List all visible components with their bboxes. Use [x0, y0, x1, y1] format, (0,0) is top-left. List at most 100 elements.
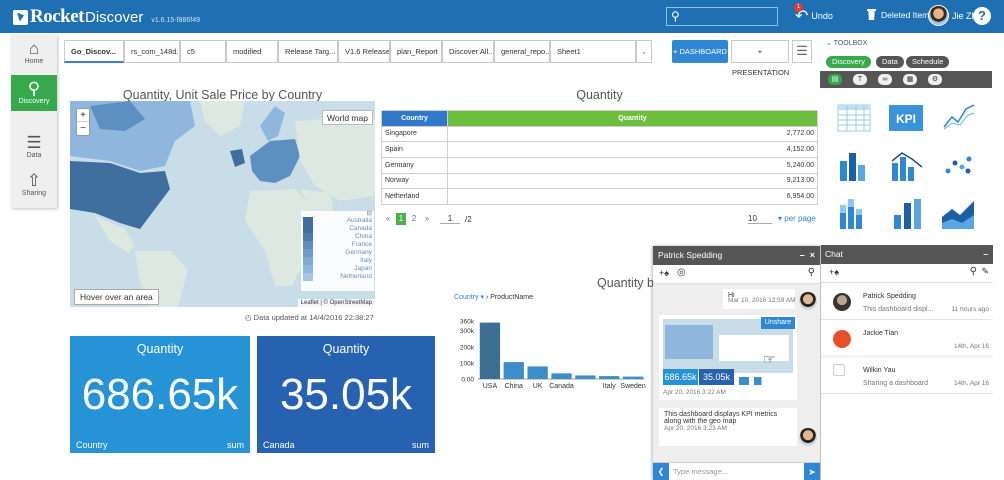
table-row[interactable]: Singapore 2,772.00: [381, 125, 818, 143]
toolbox-tab-discovery[interactable]: Discovery: [826, 56, 871, 68]
menu-button[interactable]: ☰: [792, 40, 812, 63]
tab-go-discov[interactable]: Go_Discov...: [64, 40, 124, 63]
unshare-button[interactable]: Unshare: [761, 317, 795, 329]
table-row[interactable]: Norway 9,213.00: [381, 172, 818, 190]
combo-chart-icon[interactable]: [886, 145, 926, 185]
add-people-icon[interactable]: +♠: [659, 268, 669, 278]
toolbox-header[interactable]: ⌄ TOOLBOX: [826, 39, 867, 47]
search-icon[interactable]: ⚲: [808, 267, 815, 278]
sidebar-item-data[interactable]: ☰ Data: [11, 129, 57, 165]
kpi-chart-icon[interactable]: KPI: [886, 97, 926, 137]
chart-filter-icon[interactable]: ▤: [828, 74, 842, 85]
bar[interactable]: [503, 362, 524, 379]
stacked-bar-chart-icon[interactable]: [834, 193, 874, 233]
bar[interactable]: [622, 376, 644, 379]
share-icon[interactable]: ❮: [653, 463, 669, 480]
tab-rs-com[interactable]: rs_com_148d..: [124, 40, 180, 63]
bar[interactable]: [479, 322, 501, 379]
edit-icon[interactable]: ✎: [981, 266, 989, 277]
map-layer-button[interactable]: World map: [322, 110, 373, 125]
tab-sheet1[interactable]: Sheet1: [550, 40, 636, 63]
grid-filter-icon[interactable]: ▦: [903, 74, 917, 85]
pager-page-input[interactable]: 1: [440, 214, 460, 224]
link-filter-icon[interactable]: ∞: [878, 74, 892, 85]
bar[interactable]: [527, 366, 548, 379]
legend-label: Netherland: [340, 273, 372, 280]
tab-modified[interactable]: modified: [226, 40, 278, 63]
bar-chart-icon[interactable]: [834, 145, 874, 185]
sidebar-item-discovery[interactable]: ⚲ Discovery: [11, 75, 57, 111]
per-page-select[interactable]: 10: [748, 214, 772, 224]
table-row[interactable]: Spain 4,152.00: [381, 141, 818, 158]
tabs-overflow-button[interactable]: ⌄: [636, 40, 652, 63]
map-panel-title: Quantity, Unit Sale Price by Country: [122, 88, 323, 102]
pager-page-1[interactable]: 1: [396, 213, 406, 225]
tab-v16-release[interactable]: V1.6 Release...: [338, 40, 390, 63]
chat-list-item[interactable]: Jackie Tian 14th, Apr 16: [821, 321, 993, 357]
help-button[interactable]: ?: [973, 7, 991, 25]
sidebar-item-sharing[interactable]: ⇧ Sharing: [11, 167, 57, 203]
add-dashboard-button[interactable]: + DASHBOARD: [672, 40, 728, 63]
table-row[interactable]: Germany 5,240.00: [381, 156, 818, 174]
legend-label: China: [355, 233, 372, 240]
shared-dashboard-message[interactable]: Unshare 686.65k 35.05k ☞ Apr 20, 2016 3:…: [659, 315, 797, 400]
search-icon[interactable]: ⚲: [970, 266, 977, 277]
undo-button[interactable]: ↶ 1 Undo: [794, 3, 833, 26]
zoom-out-button[interactable]: −: [80, 123, 86, 134]
tab-general-repo[interactable]: general_repo...: [494, 40, 550, 63]
kpi-card-quantity-country[interactable]: Quantity 686.65k Country sum: [70, 336, 250, 453]
map-attribution[interactable]: Leaflet | © OpenStreetMap: [297, 299, 375, 307]
minimize-icon[interactable]: –: [983, 245, 988, 264]
deleted-items-button[interactable]: Deleted Items: [867, 9, 933, 20]
pager-prev-button[interactable]: «: [383, 213, 393, 225]
gear-icon[interactable]: ⚙: [928, 74, 942, 85]
table-row[interactable]: Netherland 6,954.00: [381, 188, 818, 205]
legend-item: Germany: [301, 249, 374, 257]
chat-last-message: Sharing a dashboard: [863, 380, 928, 387]
pager-page-2[interactable]: 2: [409, 213, 419, 225]
table-chart-icon[interactable]: [834, 97, 874, 137]
send-icon[interactable]: ➤: [804, 463, 820, 480]
sidebar-item-home[interactable]: ⌂ Home: [11, 35, 57, 71]
kpi-card-quantity-canada[interactable]: Quantity 35.05k Canada sum: [257, 336, 435, 453]
table-cell: Netherland: [381, 188, 448, 205]
message-input[interactable]: Type message...: [673, 467, 728, 476]
broadcast-icon[interactable]: ◎: [677, 267, 686, 278]
area-chart-icon[interactable]: [938, 193, 978, 233]
bar[interactable]: [575, 375, 596, 379]
tab-discover-all[interactable]: Discover All...: [442, 40, 494, 63]
add-presentation-button[interactable]: + PRESENTATION: [731, 40, 789, 77]
toolbox-tab-schedule[interactable]: Schedule: [906, 56, 950, 68]
tab-c5[interactable]: c5: [180, 40, 226, 63]
column-header[interactable]: Country: [381, 110, 448, 127]
app-logo[interactable]: Rocket Discover v1.6.15-f886f49: [13, 6, 200, 27]
bar-chart-panel: Quantity by Co Country ▾ › ProductName 3…: [445, 271, 680, 421]
zoom-in-button[interactable]: +: [77, 109, 89, 122]
bar[interactable]: [599, 376, 620, 379]
hand-cursor-icon: ☞: [763, 351, 776, 367]
bar[interactable]: [551, 373, 572, 379]
message-time: Apr 20, 2016 3:22 AM: [663, 389, 726, 396]
pager-next-button[interactable]: »: [422, 213, 432, 225]
line-chart-icon[interactable]: [938, 97, 978, 137]
chat-list-item[interactable]: Wilkin Yau Sharing a dashboard 14th, Apr…: [821, 358, 993, 394]
tab-release-targ[interactable]: Release Targ...: [278, 40, 338, 63]
x-tick-label: China: [505, 383, 523, 390]
column-chart-icon[interactable]: [886, 193, 926, 233]
y-tick-label: 300k: [460, 328, 475, 335]
add-contact-icon[interactable]: +♠: [829, 267, 839, 277]
tab-plan-report[interactable]: plan_Report: [390, 40, 442, 63]
per-page-label: per page: [784, 214, 816, 223]
chat-title: Chat: [825, 249, 843, 259]
minimize-icon[interactable]: –: [800, 250, 805, 260]
chat-list-item[interactable]: Patrick Spedding This dashboard displ...…: [821, 284, 993, 320]
toolbox-tab-data[interactable]: Data: [876, 56, 904, 68]
conversation-controls: – ×: [800, 246, 815, 265]
world-map[interactable]: + − World map ⊟ Australia Canada China F…: [70, 101, 375, 307]
text-filter-icon[interactable]: T: [853, 74, 867, 85]
close-icon[interactable]: ×: [810, 250, 815, 260]
scatter-chart-icon[interactable]: [938, 145, 978, 185]
sidebar: ⌂ Home ⚲ Discovery ☰ Data ⇧ Sharing: [11, 35, 57, 208]
global-search-input[interactable]: ⚲: [666, 7, 778, 26]
column-header[interactable]: Quantity: [447, 110, 818, 127]
